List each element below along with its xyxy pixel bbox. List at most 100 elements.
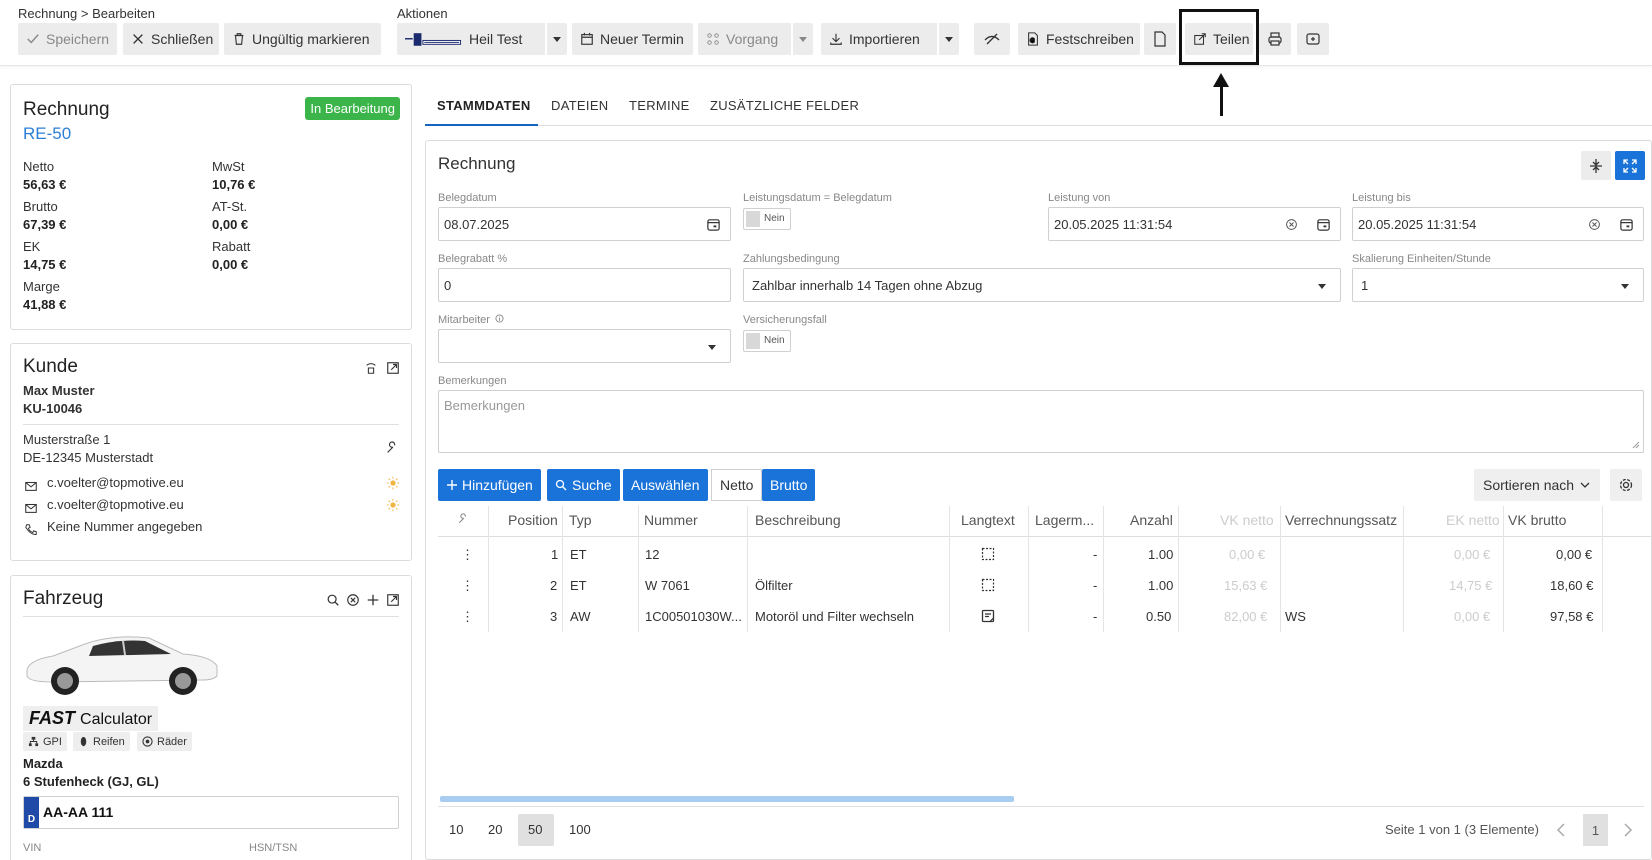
col-header-typ[interactable]: Typ — [569, 512, 592, 528]
col-header-position[interactable]: Position — [508, 512, 558, 528]
search-button-label: Suche — [572, 477, 612, 493]
tires-chip[interactable]: Reifen — [73, 732, 130, 751]
leistung-bis-field[interactable]: 20.05.2025 11:31:54 — [1352, 207, 1644, 241]
tab-termine[interactable]: TERMINE — [629, 98, 690, 113]
horizontal-scrollbar[interactable] — [440, 796, 1014, 802]
commit-button[interactable]: Festschreiben — [1018, 23, 1140, 55]
info-icon[interactable] — [495, 314, 504, 323]
tab-zusaetzliche-felder[interactable]: ZUSÄTZLICHE FELDER — [710, 98, 859, 113]
process-button[interactable]: Vorgang — [698, 23, 813, 55]
page-size-10[interactable]: 10 — [449, 822, 463, 837]
wheels-chip[interactable]: Räder — [137, 732, 192, 751]
leistung-von-label: Leistung von — [1048, 192, 1111, 204]
col-header-verrechnungssatz[interactable]: Verrechnungssatz — [1285, 512, 1397, 528]
plus-icon[interactable] — [366, 593, 380, 607]
col-header-anzahl[interactable]: Anzahl — [1130, 512, 1173, 528]
clear-circle-icon[interactable] — [346, 593, 360, 607]
arrow-shaft — [1220, 82, 1223, 116]
calendar-icon[interactable] — [706, 217, 721, 232]
caret-down-icon — [945, 36, 953, 42]
new-appointment-button[interactable]: Neuer Termin — [572, 23, 693, 55]
col-header-ek-netto[interactable]: EK netto — [1446, 512, 1500, 528]
vin-label: VIN — [23, 842, 42, 854]
customer-email-2[interactable]: c.voelter@topmotive.eu — [47, 497, 184, 512]
column-separator — [747, 506, 748, 632]
tab-stammdaten[interactable]: STAMMDATEN — [437, 98, 531, 113]
row-menu-icon[interactable]: ⋮ — [461, 578, 474, 594]
netto-toggle[interactable]: Netto — [711, 469, 763, 501]
column-separator — [488, 506, 489, 632]
row-menu-icon[interactable]: ⋮ — [461, 547, 474, 563]
row-menu-icon[interactable]: ⋮ — [461, 609, 474, 625]
col-header-langtext[interactable]: Langtext — [961, 512, 1015, 528]
chevron-right-icon[interactable] — [1622, 822, 1634, 838]
col-header-vk-netto[interactable]: VK netto — [1220, 512, 1274, 528]
heil-test-button[interactable]: Heil Test — [397, 23, 567, 55]
leistungsdatum-toggle[interactable]: Nein — [743, 208, 791, 230]
calendar-icon[interactable] — [1316, 217, 1331, 232]
langtext-empty-icon[interactable] — [981, 578, 995, 592]
toolbar: Rechnung > Bearbeiten Aktionen Speichern… — [0, 0, 1652, 66]
tab-dateien[interactable]: DATEIEN — [551, 98, 608, 113]
save-button[interactable]: Speichern — [18, 23, 117, 55]
table-settings-button[interactable] — [1610, 469, 1642, 501]
search-icon[interactable] — [326, 593, 340, 607]
export-button[interactable] — [1297, 23, 1329, 55]
import-button[interactable]: Importieren — [821, 23, 959, 55]
col-header-lager[interactable]: Lagerm... — [1035, 512, 1094, 528]
open-external-icon[interactable] — [386, 361, 400, 375]
column-separator — [1028, 506, 1029, 632]
langtext-empty-icon[interactable] — [981, 547, 995, 561]
sort-dropdown[interactable]: Sortieren nach — [1474, 469, 1600, 501]
cell-nummer: 12 — [645, 547, 660, 562]
belegdatum-field[interactable]: 08.07.2025 — [438, 207, 731, 241]
skalierung-select[interactable]: 1 — [1352, 268, 1644, 302]
phone-book-icon[interactable] — [364, 361, 378, 375]
process-dropdown[interactable] — [791, 23, 813, 55]
marge-label: Marge — [23, 279, 60, 294]
wrench-icon[interactable] — [385, 441, 399, 455]
select-button[interactable]: Auswählen — [623, 469, 708, 501]
versicherung-label: Versicherungsfall — [743, 314, 827, 326]
page-size-100[interactable]: 100 — [569, 822, 591, 837]
invalidate-button[interactable]: Ungültig markieren — [224, 23, 381, 55]
open-external-icon[interactable] — [386, 593, 400, 607]
collapse-button[interactable] — [1581, 151, 1611, 180]
current-page[interactable]: 1 — [1583, 814, 1608, 846]
mitarbeiter-select[interactable] — [438, 329, 731, 363]
belegrabatt-field[interactable]: 0 — [438, 268, 731, 302]
hide-button[interactable] — [974, 23, 1010, 55]
leistung-von-field[interactable]: 20.05.2025 11:31:54 — [1048, 207, 1341, 241]
search-button[interactable]: Suche — [547, 469, 620, 501]
page-size-50[interactable]: 50 — [528, 822, 542, 837]
fast-logo-text: FAST — [29, 708, 76, 728]
resize-handle-icon[interactable] — [1632, 441, 1640, 449]
brutto-toggle[interactable]: Brutto — [762, 469, 816, 501]
calendar-icon[interactable] — [1619, 217, 1634, 232]
zahlung-select[interactable]: Zahlbar innerhalb 14 Tagen ohne Abzug — [743, 268, 1341, 302]
heil-test-dropdown[interactable] — [545, 23, 567, 55]
chevron-left-icon[interactable] — [1555, 822, 1567, 838]
customer-street: Musterstraße 1 — [23, 432, 111, 447]
skalierung-label: Skalierung Einheiten/Stunde — [1352, 253, 1491, 265]
cell-vk-netto: 15,63 € — [1224, 578, 1268, 593]
fast-calculator-logo[interactable]: FAST Calculator — [23, 706, 159, 731]
print-button[interactable] — [1259, 23, 1291, 55]
commit-label: Festschreiben — [1046, 31, 1134, 47]
clear-circle-icon[interactable] — [1285, 218, 1298, 231]
bemerkungen-textarea[interactable]: Bemerkungen — [438, 390, 1644, 453]
add-button[interactable]: Hinzufügen — [438, 469, 541, 501]
langtext-note-icon[interactable] — [981, 609, 995, 623]
gpi-chip[interactable]: GPI — [23, 732, 67, 751]
import-dropdown[interactable] — [937, 23, 959, 55]
col-header-vk-brutto[interactable]: VK brutto — [1508, 512, 1566, 528]
col-header-beschreibung[interactable]: Beschreibung — [755, 512, 841, 528]
document-button[interactable] — [1144, 23, 1176, 55]
clear-circle-icon[interactable] — [1588, 218, 1601, 231]
versicherung-toggle[interactable]: Nein — [743, 330, 791, 352]
customer-email-1[interactable]: c.voelter@topmotive.eu — [47, 475, 184, 490]
page-size-20[interactable]: 20 — [488, 822, 502, 837]
close-button[interactable]: Schließen — [123, 23, 219, 55]
expand-button[interactable] — [1615, 151, 1645, 180]
col-header-nummer[interactable]: Nummer — [644, 512, 698, 528]
